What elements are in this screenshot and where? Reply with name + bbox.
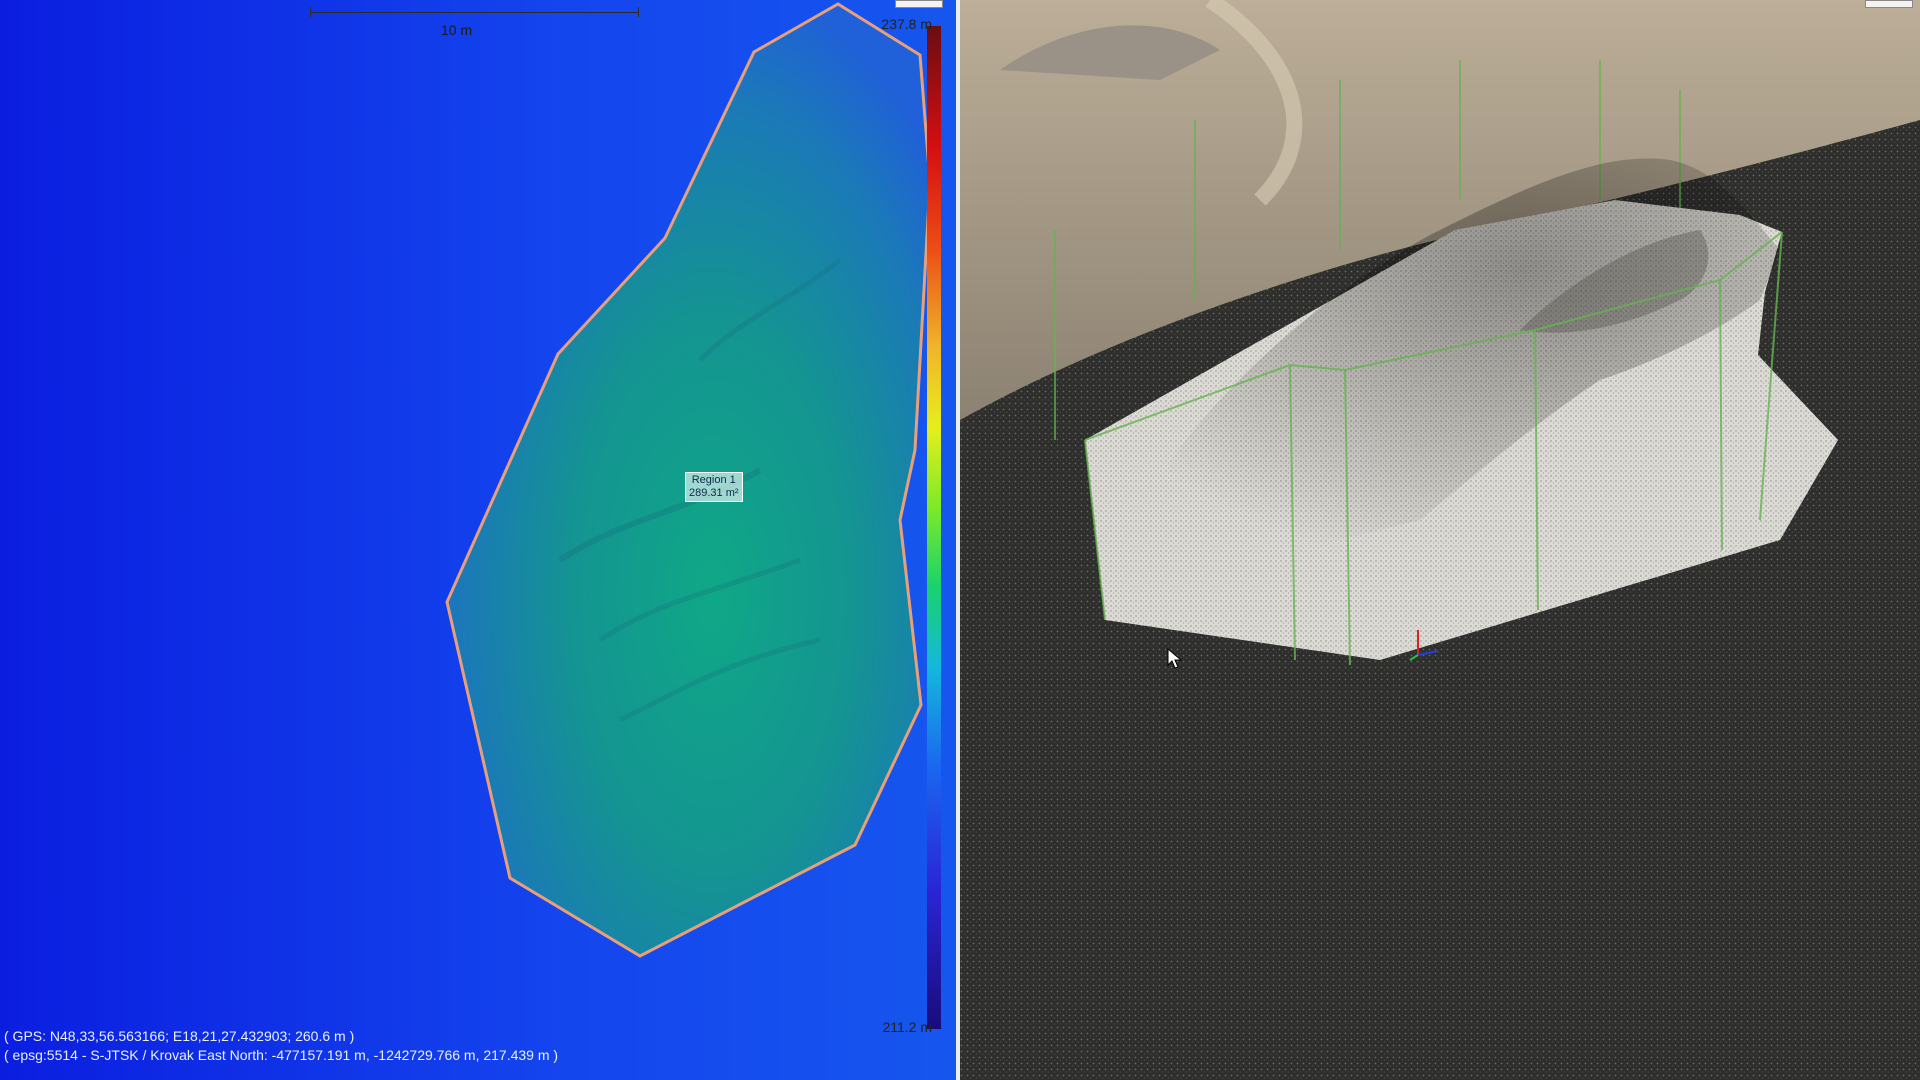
3d-point-cloud-view[interactable] bbox=[960, 0, 1920, 1080]
mouse-cursor-icon bbox=[1167, 648, 1183, 669]
scale-bar bbox=[310, 12, 638, 13]
view-toolbar-widget[interactable] bbox=[1865, 0, 1913, 8]
region-label[interactable]: Region 1 289.31 m² bbox=[685, 472, 743, 502]
scale-bar-tick bbox=[638, 7, 639, 17]
gps-coordinates: ( GPS: N48,33,56.563166; E18,21,27.43290… bbox=[4, 1028, 355, 1044]
view-toolbar-widget[interactable] bbox=[895, 0, 943, 8]
height-map-view[interactable]: 10 m 237.8 m 211.2 m Region 1 289.31 m² … bbox=[0, 0, 956, 1080]
region-area: 289.31 m² bbox=[689, 487, 739, 499]
projected-coordinates: ( epsg:5514 - S-JTSK / Krovak East North… bbox=[4, 1047, 559, 1063]
height-map-canvas[interactable] bbox=[0, 0, 956, 1080]
region-name: Region 1 bbox=[691, 474, 736, 486]
3d-canvas[interactable] bbox=[960, 0, 1920, 1080]
elevation-min-label: 211.2 m bbox=[882, 1019, 932, 1035]
scale-bar-tick bbox=[310, 7, 311, 17]
scale-bar-label: 10 m bbox=[441, 22, 473, 38]
elevation-colorbar bbox=[927, 26, 941, 1029]
elevation-max-label: 237.8 m bbox=[881, 16, 932, 32]
